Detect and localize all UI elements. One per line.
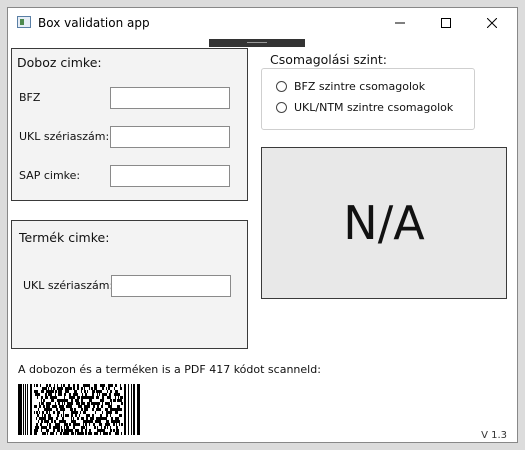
minimize-icon (395, 22, 405, 24)
title-bar[interactable]: Box validation app (8, 8, 517, 38)
radio-option-ukl-ntm[interactable]: UKL/NTM szintre csomagolok (276, 101, 453, 114)
product-serial-input[interactable] (111, 275, 231, 297)
box-serial-label: UKL szériaszám: (19, 130, 110, 143)
sap-label: SAP cimke: (19, 169, 81, 182)
radio-button[interactable] (276, 81, 287, 92)
product-label-title: Termék cimke: (19, 230, 110, 245)
status-text: N/A (343, 196, 425, 250)
sap-input[interactable] (110, 165, 230, 187)
toolbar-grip[interactable] (209, 39, 305, 47)
status-display: N/A (261, 147, 507, 299)
radio-label: UKL/NTM szintre csomagolok (294, 101, 454, 114)
box-serial-input[interactable] (110, 126, 230, 148)
product-label-group: Termék cimke: UKL szériaszám: (11, 220, 248, 349)
pdf417-barcode (18, 384, 140, 435)
minimize-button[interactable] (377, 8, 423, 38)
box-label-title: Doboz cimke: (17, 55, 102, 70)
radio-button[interactable] (276, 102, 287, 113)
app-icon (17, 16, 31, 28)
maximize-button[interactable] (423, 8, 469, 38)
packaging-group (261, 68, 475, 130)
radio-label: BFZ szintre csomagolok (294, 80, 426, 93)
packaging-title: Csomagolási szint: (270, 52, 387, 67)
bfz-label: BFZ (19, 91, 41, 104)
window-title: Box validation app (38, 16, 150, 30)
maximize-icon (441, 18, 451, 28)
box-label-group: Doboz cimke: BFZ UKL szériaszám: SAP cim… (11, 48, 248, 201)
close-button[interactable] (469, 8, 515, 38)
radio-option-bfz[interactable]: BFZ szintre csomagolok (276, 80, 425, 93)
app-window: Box validation app Doboz cimke: BFZ UKL … (7, 7, 518, 443)
bfz-input[interactable] (110, 87, 230, 109)
product-serial-label: UKL szériaszám: (23, 279, 114, 292)
version-label: V 1.3 (481, 430, 507, 441)
scan-instruction: A dobozon és a terméken is a PDF 417 kód… (18, 363, 321, 376)
close-icon (487, 18, 497, 28)
